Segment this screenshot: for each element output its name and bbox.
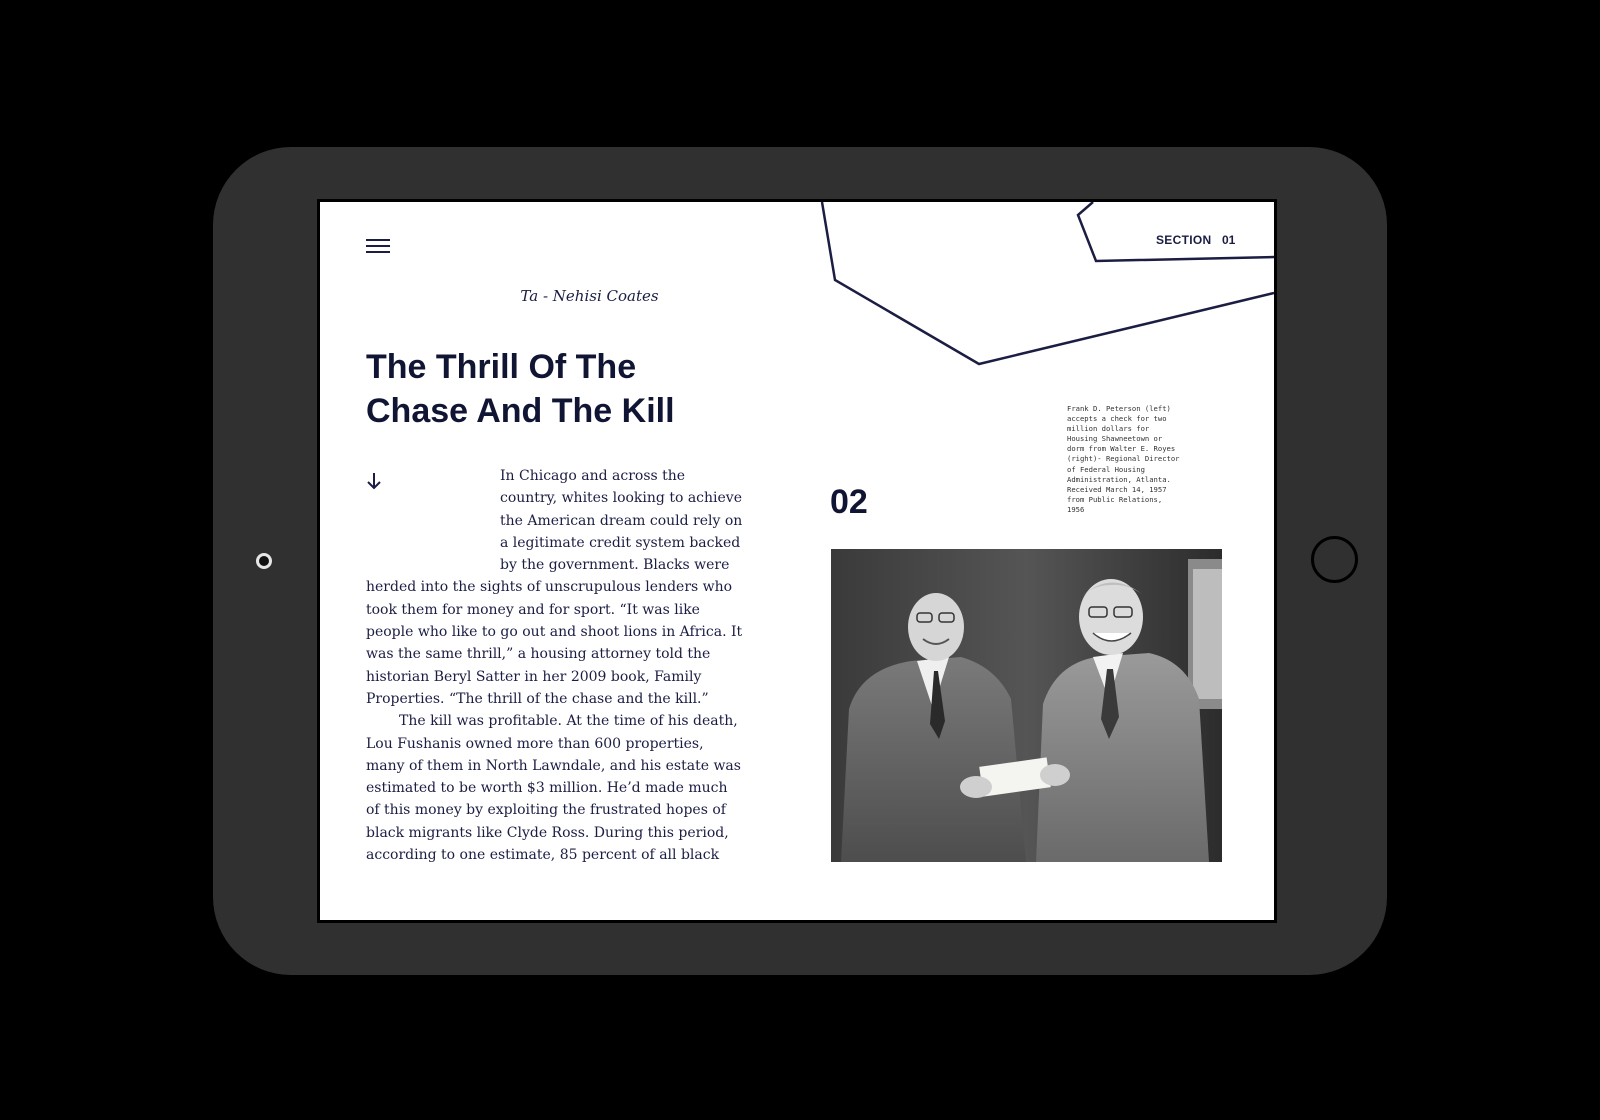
article-page: SECTION 01 Ta - Nehisi Coates The Thrill…	[320, 202, 1274, 920]
camera-lens	[256, 553, 272, 569]
figure-caption: Frank D. Peterson (left) accepts a check…	[1067, 404, 1180, 514]
section-label: SECTION	[1156, 233, 1212, 247]
article-paragraph: The kill was profitable. At the time of …	[366, 713, 741, 864]
historical-photo	[831, 549, 1222, 862]
author-byline: Ta - Nehisi Coates	[520, 287, 659, 305]
tablet-frame: SECTION 01 Ta - Nehisi Coates The Thrill…	[213, 147, 1387, 975]
article-title: The Thrill Of The Chase And The Kill	[366, 348, 675, 430]
figure-number: 02	[830, 483, 868, 521]
home-button[interactable]	[1311, 536, 1358, 583]
article-body: In Chicago and across the country, white…	[366, 465, 745, 866]
hamburger-menu-icon[interactable]	[366, 239, 390, 255]
article-paragraph: In Chicago and across the country, white…	[366, 468, 743, 707]
screen: SECTION 01 Ta - Nehisi Coates The Thrill…	[317, 199, 1277, 923]
section-number: 01	[1222, 233, 1236, 247]
